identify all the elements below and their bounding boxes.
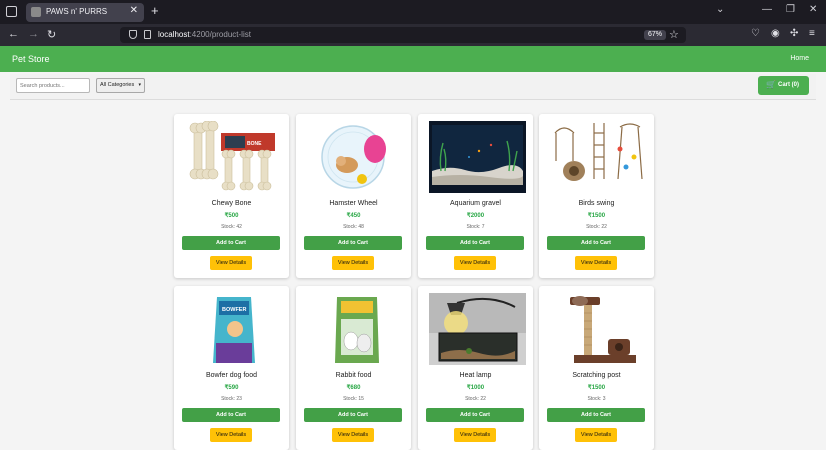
address-bar[interactable]: localhost:4200/product-list 67% ☆ (120, 27, 686, 43)
heat-lamp-image (429, 293, 526, 365)
reload-icon[interactable]: ↻ (47, 28, 56, 41)
close-window-icon[interactable]: ✕ (809, 4, 817, 15)
restore-icon[interactable]: ❐ (786, 4, 795, 15)
add-to-cart-button[interactable]: Add to Cart (426, 408, 524, 422)
brand-title[interactable]: Pet Store (12, 54, 50, 64)
product-name: Heat lamp (459, 372, 492, 379)
category-selected-value: All Categories (100, 82, 135, 88)
zoom-badge[interactable]: 67% (644, 30, 667, 40)
rabbit-food-image (307, 293, 404, 365)
favicon-icon (31, 7, 41, 17)
add-to-cart-button[interactable]: Add to Cart (547, 236, 645, 250)
product-price: ₹500 (224, 213, 239, 219)
view-details-button[interactable]: View Details (454, 256, 496, 270)
view-details-button[interactable]: View Details (332, 256, 374, 270)
product-stock: Stock: 23 (221, 396, 242, 402)
bookmark-star-icon[interactable]: ☆ (669, 28, 679, 41)
product-stock: Stock: 48 (343, 224, 364, 230)
view-details-button[interactable]: View Details (210, 256, 252, 270)
product-price: ₹1000 (466, 385, 485, 391)
product-stock: Stock: 7 (466, 224, 485, 230)
product-card: Rabbit food ₹680 Stock: 15 Add to Cart V… (296, 286, 411, 450)
add-to-cart-button[interactable]: Add to Cart (547, 408, 645, 422)
add-to-cart-button[interactable]: Add to Cart (304, 408, 402, 422)
product-card: Aquarium gravel ₹2000 Stock: 7 Add to Ca… (418, 114, 533, 278)
product-price: ₹590 (224, 385, 239, 391)
product-stock: Stock: 15 (343, 396, 364, 402)
product-card: BOWFER Bowfer dog food ₹590 Stock: 23 Ad… (174, 286, 289, 450)
bowfer-dog-food-image: BOWFER (185, 293, 282, 365)
product-name: Birds swing (578, 200, 615, 207)
svg-text:BONE: BONE (247, 141, 262, 147)
chevron-down-icon: ▾ (138, 82, 141, 88)
url-text[interactable]: localhost:4200/product-list (158, 30, 251, 39)
forward-icon[interactable]: → (28, 28, 39, 40)
product-price: ₹680 (346, 385, 361, 391)
product-name: Hamster Wheel (329, 200, 378, 207)
product-card: BONE Chewy Bone ₹500 Stock: 42 Add to Ca… (174, 114, 289, 278)
birds-swing-image (550, 121, 647, 193)
category-select[interactable]: All Categories ▾ (96, 78, 145, 93)
shield-icon[interactable] (129, 30, 137, 39)
product-name: Bowfer dog food (206, 372, 257, 379)
add-to-cart-button[interactable]: Add to Cart (182, 408, 280, 422)
product-card: Hamster Wheel ₹450 Stock: 48 Add to Cart… (296, 114, 411, 278)
add-to-cart-button[interactable]: Add to Cart (426, 236, 524, 250)
back-icon[interactable]: ← (8, 28, 19, 40)
cart-icon: 🛒 (766, 80, 776, 89)
filter-toolbar: All Categories ▾ 🛒 Cart (0) (10, 74, 816, 100)
product-stock: Stock: 42 (221, 224, 242, 230)
tab-overview-icon[interactable] (6, 6, 17, 17)
view-details-button[interactable]: View Details (454, 428, 496, 442)
product-price: ₹1500 (587, 385, 606, 391)
product-card: Scratching post ₹1500 Stock: 3 Add to Ca… (539, 286, 654, 450)
view-details-button[interactable]: View Details (332, 428, 374, 442)
product-name: Rabbit food (335, 372, 372, 379)
scratching-post-image (550, 293, 647, 365)
browser-nav-bar: ← → ↻ localhost:4200/product-list 67% ☆ … (0, 24, 826, 46)
view-details-button[interactable]: View Details (210, 428, 252, 442)
url-path: :4200/product-list (189, 30, 251, 39)
pocket-icon[interactable]: ♡ (751, 28, 760, 39)
add-to-cart-button[interactable]: Add to Cart (182, 236, 280, 250)
hamster-wheel-image (307, 121, 404, 193)
account-icon[interactable]: ◉ (771, 28, 780, 39)
product-card: Heat lamp ₹1000 Stock: 22 Add to Cart Vi… (418, 286, 533, 450)
page-info-icon[interactable] (144, 30, 151, 39)
product-price: ₹1500 (587, 213, 606, 219)
svg-text:BOWFER: BOWFER (222, 307, 246, 313)
product-name: Scratching post (572, 372, 621, 379)
chewy-bone-image: BONE (185, 121, 282, 193)
view-details-button[interactable]: View Details (575, 256, 617, 270)
view-details-button[interactable]: View Details (575, 428, 617, 442)
tab-title: PAWS n' PURRS (46, 7, 108, 16)
product-price: ₹450 (346, 213, 361, 219)
cart-button[interactable]: 🛒 Cart (0) (758, 76, 809, 95)
home-link[interactable]: Home (790, 55, 809, 62)
cart-label: Cart (0) (778, 82, 800, 88)
product-name: Aquarium gravel (450, 200, 501, 207)
extensions-icon[interactable]: ✣ (790, 28, 798, 39)
tab-list-icon[interactable]: ⌄ (716, 4, 724, 15)
url-host: localhost (158, 30, 190, 39)
minimize-icon[interactable]: — (762, 4, 772, 15)
browser-tab-bar: PAWS n' PURRS ✕ + ⌄ — ❐ ✕ (0, 0, 826, 24)
app-header: Pet Store Home (0, 46, 826, 72)
browser-tab[interactable]: PAWS n' PURRS ✕ (26, 3, 144, 22)
product-price: ₹2000 (466, 213, 485, 219)
product-stock: Stock: 3 (587, 396, 606, 402)
product-stock: Stock: 22 (586, 224, 607, 230)
product-stock: Stock: 22 (465, 396, 486, 402)
product-card: Birds swing ₹1500 Stock: 22 Add to Cart … (539, 114, 654, 278)
add-to-cart-button[interactable]: Add to Cart (304, 236, 402, 250)
search-input[interactable] (16, 78, 90, 93)
menu-icon[interactable]: ≡ (809, 28, 815, 39)
close-tab-icon[interactable]: ✕ (130, 5, 138, 16)
new-tab-icon[interactable]: + (151, 3, 159, 18)
aquarium-gravel-image (429, 121, 526, 193)
product-name: Chewy Bone (211, 200, 252, 207)
